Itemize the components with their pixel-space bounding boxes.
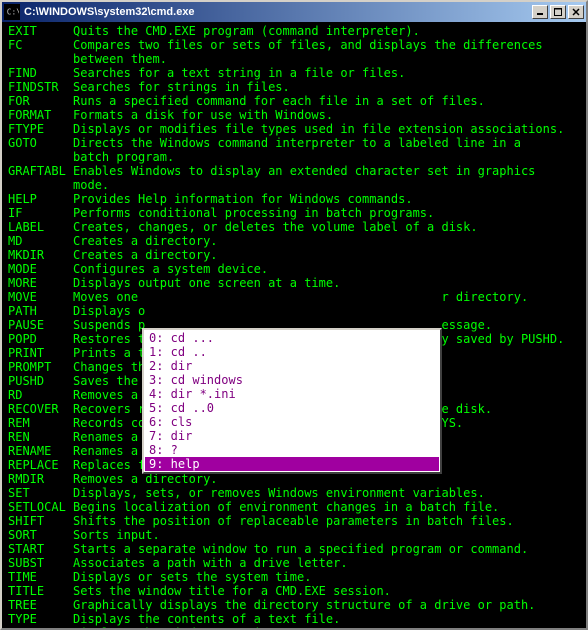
help-row: MKDIR Creates a directory. (8, 248, 580, 262)
history-item[interactable]: 8: ? (145, 443, 439, 457)
help-row: FINDSTR Searches for strings in files. (8, 80, 580, 94)
help-row: MD Creates a directory. (8, 234, 580, 248)
help-row: GRAFTABL Enables Windows to display an e… (8, 164, 580, 178)
help-row: IF Performs conditional processing in ba… (8, 206, 580, 220)
history-item[interactable]: 7: dir (145, 429, 439, 443)
history-popup[interactable]: 0: cd ...1: cd ..2: dir3: cd windows4: d… (142, 328, 442, 474)
help-row: FC Compares two files or sets of files, … (8, 38, 580, 52)
history-item[interactable]: 3: cd windows (145, 373, 439, 387)
cmd-window: C:\ C:\WINDOWS\system32\cmd.exe EXIT Qui… (0, 0, 588, 630)
help-row: PATH Displays o (8, 304, 580, 318)
help-row: FORMAT Formats a disk for use with Windo… (8, 108, 580, 122)
help-row: SET Displays, sets, or removes Windows e… (8, 486, 580, 500)
titlebar-text: C:\WINDOWS\system32\cmd.exe (24, 6, 532, 18)
help-row: HELP Provides Help information for Windo… (8, 192, 580, 206)
history-item[interactable]: 2: dir (145, 359, 439, 373)
help-row: SETLOCAL Begins localization of environm… (8, 500, 580, 514)
terminal-area[interactable]: EXIT Quits the CMD.EXE program (command … (2, 22, 586, 628)
help-row: FIND Searches for a text string in a fil… (8, 66, 580, 80)
help-row: between them. (8, 52, 580, 66)
help-row: SORT Sorts input. (8, 528, 580, 542)
help-row: TIME Displays or sets the system time. (8, 570, 580, 584)
maximize-button[interactable] (550, 5, 566, 19)
cmd-icon: C:\ (4, 4, 20, 20)
help-row: TREE Graphically displays the directory … (8, 598, 580, 612)
history-item[interactable]: 5: cd ..0 (145, 401, 439, 415)
help-row: GOTO Directs the Windows command interpr… (8, 136, 580, 150)
history-item[interactable]: 0: cd ... (145, 331, 439, 345)
help-row: FOR Runs a specified command for each fi… (8, 94, 580, 108)
help-row: TYPE Displays the contents of a text fil… (8, 612, 580, 626)
history-item[interactable]: 4: dir *.ini (145, 387, 439, 401)
help-row: SHIFT Shifts the position of replaceable… (8, 514, 580, 528)
titlebar[interactable]: C:\ C:\WINDOWS\system32\cmd.exe (2, 2, 586, 22)
close-button[interactable] (568, 5, 584, 19)
history-item[interactable]: 9: help (145, 457, 439, 471)
help-output: EXIT Quits the CMD.EXE program (command … (8, 24, 580, 628)
svg-text:C:\: C:\ (7, 8, 19, 17)
titlebar-buttons (532, 5, 584, 19)
help-row: EXIT Quits the CMD.EXE program (command … (8, 24, 580, 38)
help-row: TITLE Sets the window title for a CMD.EX… (8, 584, 580, 598)
help-row: batch program. (8, 150, 580, 164)
help-row: FTYPE Displays or modifies file types us… (8, 122, 580, 136)
help-row: MODE Configures a system device. (8, 262, 580, 276)
history-item[interactable]: 6: cls (145, 415, 439, 429)
history-item[interactable]: 1: cd .. (145, 345, 439, 359)
help-row: VER Displays the Windows version. (8, 626, 580, 628)
minimize-button[interactable] (532, 5, 548, 19)
help-row: SUBST Associates a path with a drive let… (8, 556, 580, 570)
help-row: RMDIR Removes a directory. (8, 472, 580, 486)
help-row: MOVE Moves one r directory. (8, 290, 580, 304)
help-row: mode. (8, 178, 580, 192)
help-row: MORE Displays output one screen at a tim… (8, 276, 580, 290)
help-row: START Starts a separate window to run a … (8, 542, 580, 556)
help-row: LABEL Creates, changes, or deletes the v… (8, 220, 580, 234)
